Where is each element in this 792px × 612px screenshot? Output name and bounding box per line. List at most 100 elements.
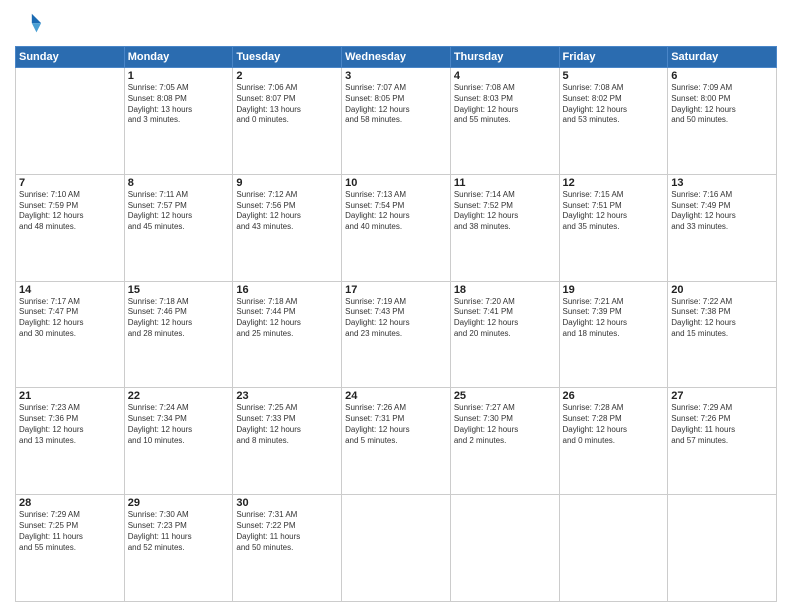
day-number: 7 [19, 177, 121, 189]
day-number: 14 [19, 284, 121, 296]
day-number: 20 [671, 284, 773, 296]
cell-content: Sunrise: 7:08 AM Sunset: 8:03 PM Dayligh… [454, 83, 556, 126]
calendar-cell: 6Sunrise: 7:09 AM Sunset: 8:00 PM Daylig… [668, 68, 777, 175]
calendar-cell [342, 495, 451, 602]
cell-content: Sunrise: 7:21 AM Sunset: 7:39 PM Dayligh… [563, 297, 665, 340]
day-number: 15 [128, 284, 230, 296]
cell-content: Sunrise: 7:09 AM Sunset: 8:00 PM Dayligh… [671, 83, 773, 126]
calendar-cell [16, 68, 125, 175]
calendar-cell: 12Sunrise: 7:15 AM Sunset: 7:51 PM Dayli… [559, 174, 668, 281]
cell-content: Sunrise: 7:19 AM Sunset: 7:43 PM Dayligh… [345, 297, 447, 340]
weekday-header-saturday: Saturday [668, 47, 777, 68]
day-number: 5 [563, 70, 665, 82]
cell-content: Sunrise: 7:17 AM Sunset: 7:47 PM Dayligh… [19, 297, 121, 340]
day-number: 21 [19, 390, 121, 402]
calendar-cell: 10Sunrise: 7:13 AM Sunset: 7:54 PM Dayli… [342, 174, 451, 281]
calendar-cell: 18Sunrise: 7:20 AM Sunset: 7:41 PM Dayli… [450, 281, 559, 388]
day-number: 22 [128, 390, 230, 402]
calendar-cell: 23Sunrise: 7:25 AM Sunset: 7:33 PM Dayli… [233, 388, 342, 495]
day-number: 2 [236, 70, 338, 82]
day-number: 9 [236, 177, 338, 189]
cell-content: Sunrise: 7:08 AM Sunset: 8:02 PM Dayligh… [563, 83, 665, 126]
weekday-header-friday: Friday [559, 47, 668, 68]
calendar-cell: 26Sunrise: 7:28 AM Sunset: 7:28 PM Dayli… [559, 388, 668, 495]
cell-content: Sunrise: 7:24 AM Sunset: 7:34 PM Dayligh… [128, 403, 230, 446]
day-number: 28 [19, 497, 121, 509]
week-row-4: 21Sunrise: 7:23 AM Sunset: 7:36 PM Dayli… [16, 388, 777, 495]
day-number: 4 [454, 70, 556, 82]
calendar-cell: 25Sunrise: 7:27 AM Sunset: 7:30 PM Dayli… [450, 388, 559, 495]
calendar-cell: 27Sunrise: 7:29 AM Sunset: 7:26 PM Dayli… [668, 388, 777, 495]
cell-content: Sunrise: 7:29 AM Sunset: 7:26 PM Dayligh… [671, 403, 773, 446]
day-number: 29 [128, 497, 230, 509]
weekday-header-row: SundayMondayTuesdayWednesdayThursdayFrid… [16, 47, 777, 68]
cell-content: Sunrise: 7:30 AM Sunset: 7:23 PM Dayligh… [128, 510, 230, 553]
calendar-cell: 20Sunrise: 7:22 AM Sunset: 7:38 PM Dayli… [668, 281, 777, 388]
day-number: 11 [454, 177, 556, 189]
cell-content: Sunrise: 7:18 AM Sunset: 7:46 PM Dayligh… [128, 297, 230, 340]
weekday-header-thursday: Thursday [450, 47, 559, 68]
logo-icon [15, 10, 43, 38]
cell-content: Sunrise: 7:12 AM Sunset: 7:56 PM Dayligh… [236, 190, 338, 233]
day-number: 18 [454, 284, 556, 296]
cell-content: Sunrise: 7:05 AM Sunset: 8:08 PM Dayligh… [128, 83, 230, 126]
cell-content: Sunrise: 7:11 AM Sunset: 7:57 PM Dayligh… [128, 190, 230, 233]
calendar-cell: 11Sunrise: 7:14 AM Sunset: 7:52 PM Dayli… [450, 174, 559, 281]
day-number: 24 [345, 390, 447, 402]
day-number: 26 [563, 390, 665, 402]
calendar-cell: 9Sunrise: 7:12 AM Sunset: 7:56 PM Daylig… [233, 174, 342, 281]
calendar-cell: 2Sunrise: 7:06 AM Sunset: 8:07 PM Daylig… [233, 68, 342, 175]
cell-content: Sunrise: 7:27 AM Sunset: 7:30 PM Dayligh… [454, 403, 556, 446]
calendar-cell: 17Sunrise: 7:19 AM Sunset: 7:43 PM Dayli… [342, 281, 451, 388]
cell-content: Sunrise: 7:25 AM Sunset: 7:33 PM Dayligh… [236, 403, 338, 446]
week-row-2: 7Sunrise: 7:10 AM Sunset: 7:59 PM Daylig… [16, 174, 777, 281]
day-number: 23 [236, 390, 338, 402]
weekday-header-tuesday: Tuesday [233, 47, 342, 68]
calendar-cell: 7Sunrise: 7:10 AM Sunset: 7:59 PM Daylig… [16, 174, 125, 281]
day-number: 1 [128, 70, 230, 82]
calendar-cell: 19Sunrise: 7:21 AM Sunset: 7:39 PM Dayli… [559, 281, 668, 388]
cell-content: Sunrise: 7:15 AM Sunset: 7:51 PM Dayligh… [563, 190, 665, 233]
weekday-header-wednesday: Wednesday [342, 47, 451, 68]
cell-content: Sunrise: 7:20 AM Sunset: 7:41 PM Dayligh… [454, 297, 556, 340]
header [15, 10, 777, 38]
calendar-cell [450, 495, 559, 602]
day-number: 30 [236, 497, 338, 509]
week-row-5: 28Sunrise: 7:29 AM Sunset: 7:25 PM Dayli… [16, 495, 777, 602]
cell-content: Sunrise: 7:06 AM Sunset: 8:07 PM Dayligh… [236, 83, 338, 126]
week-row-3: 14Sunrise: 7:17 AM Sunset: 7:47 PM Dayli… [16, 281, 777, 388]
cell-content: Sunrise: 7:23 AM Sunset: 7:36 PM Dayligh… [19, 403, 121, 446]
calendar-cell: 22Sunrise: 7:24 AM Sunset: 7:34 PM Dayli… [124, 388, 233, 495]
calendar-cell: 28Sunrise: 7:29 AM Sunset: 7:25 PM Dayli… [16, 495, 125, 602]
day-number: 13 [671, 177, 773, 189]
calendar-cell: 30Sunrise: 7:31 AM Sunset: 7:22 PM Dayli… [233, 495, 342, 602]
cell-content: Sunrise: 7:18 AM Sunset: 7:44 PM Dayligh… [236, 297, 338, 340]
calendar-cell: 3Sunrise: 7:07 AM Sunset: 8:05 PM Daylig… [342, 68, 451, 175]
day-number: 25 [454, 390, 556, 402]
cell-content: Sunrise: 7:29 AM Sunset: 7:25 PM Dayligh… [19, 510, 121, 553]
weekday-header-sunday: Sunday [16, 47, 125, 68]
cell-content: Sunrise: 7:22 AM Sunset: 7:38 PM Dayligh… [671, 297, 773, 340]
cell-content: Sunrise: 7:13 AM Sunset: 7:54 PM Dayligh… [345, 190, 447, 233]
day-number: 3 [345, 70, 447, 82]
calendar-cell [559, 495, 668, 602]
calendar-cell [668, 495, 777, 602]
weekday-header-monday: Monday [124, 47, 233, 68]
calendar-cell: 14Sunrise: 7:17 AM Sunset: 7:47 PM Dayli… [16, 281, 125, 388]
calendar-cell: 15Sunrise: 7:18 AM Sunset: 7:46 PM Dayli… [124, 281, 233, 388]
day-number: 17 [345, 284, 447, 296]
week-row-1: 1Sunrise: 7:05 AM Sunset: 8:08 PM Daylig… [16, 68, 777, 175]
calendar-cell: 24Sunrise: 7:26 AM Sunset: 7:31 PM Dayli… [342, 388, 451, 495]
calendar-cell: 29Sunrise: 7:30 AM Sunset: 7:23 PM Dayli… [124, 495, 233, 602]
calendar-cell: 1Sunrise: 7:05 AM Sunset: 8:08 PM Daylig… [124, 68, 233, 175]
calendar-cell: 4Sunrise: 7:08 AM Sunset: 8:03 PM Daylig… [450, 68, 559, 175]
cell-content: Sunrise: 7:14 AM Sunset: 7:52 PM Dayligh… [454, 190, 556, 233]
calendar-cell: 16Sunrise: 7:18 AM Sunset: 7:44 PM Dayli… [233, 281, 342, 388]
day-number: 12 [563, 177, 665, 189]
day-number: 19 [563, 284, 665, 296]
day-number: 6 [671, 70, 773, 82]
calendar-cell: 8Sunrise: 7:11 AM Sunset: 7:57 PM Daylig… [124, 174, 233, 281]
day-number: 27 [671, 390, 773, 402]
day-number: 16 [236, 284, 338, 296]
calendar-cell: 21Sunrise: 7:23 AM Sunset: 7:36 PM Dayli… [16, 388, 125, 495]
